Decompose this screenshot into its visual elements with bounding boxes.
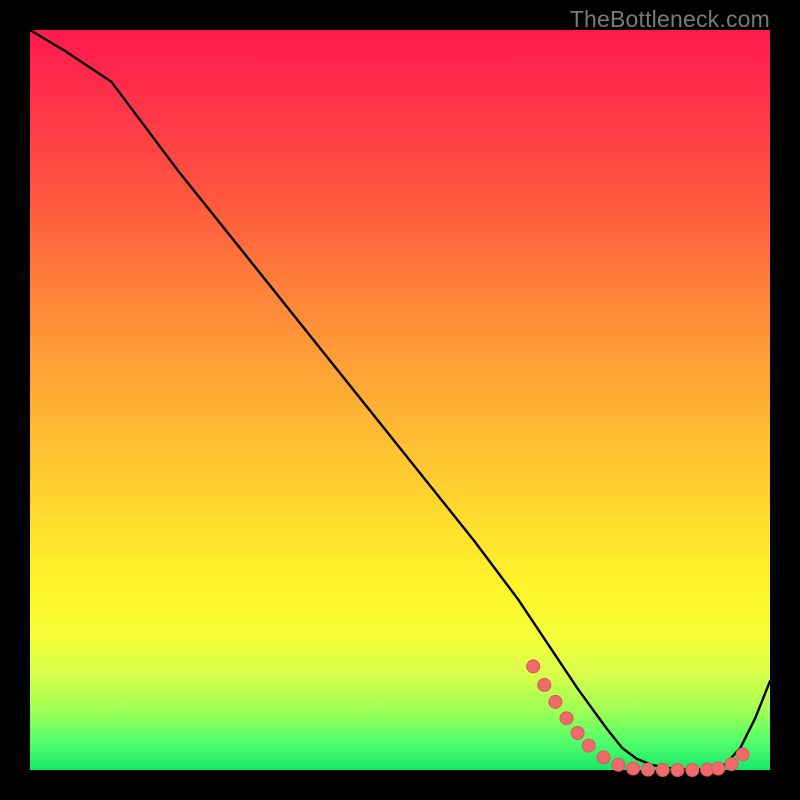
bottleneck-curve-path [30, 30, 770, 770]
curve-marker [736, 748, 749, 761]
chart-frame: TheBottleneck.com [0, 0, 800, 800]
curve-marker [597, 751, 610, 764]
curve-marker [527, 660, 540, 673]
curve-marker [641, 763, 654, 776]
curve-marker [656, 764, 669, 777]
curve-marker [571, 727, 584, 740]
curve-marker [560, 712, 573, 725]
curve-marker [627, 762, 640, 775]
watermark-text: TheBottleneck.com [570, 6, 770, 33]
curve-marker [612, 758, 625, 771]
curve-marker [686, 764, 699, 777]
curve-marker [671, 764, 684, 777]
curve-marker [712, 762, 725, 775]
curve-layer [30, 30, 770, 770]
curve-marker [538, 678, 551, 691]
curve-marker [725, 758, 738, 771]
curve-marker [549, 695, 562, 708]
plot-area [30, 30, 770, 770]
curve-marker [582, 739, 595, 752]
